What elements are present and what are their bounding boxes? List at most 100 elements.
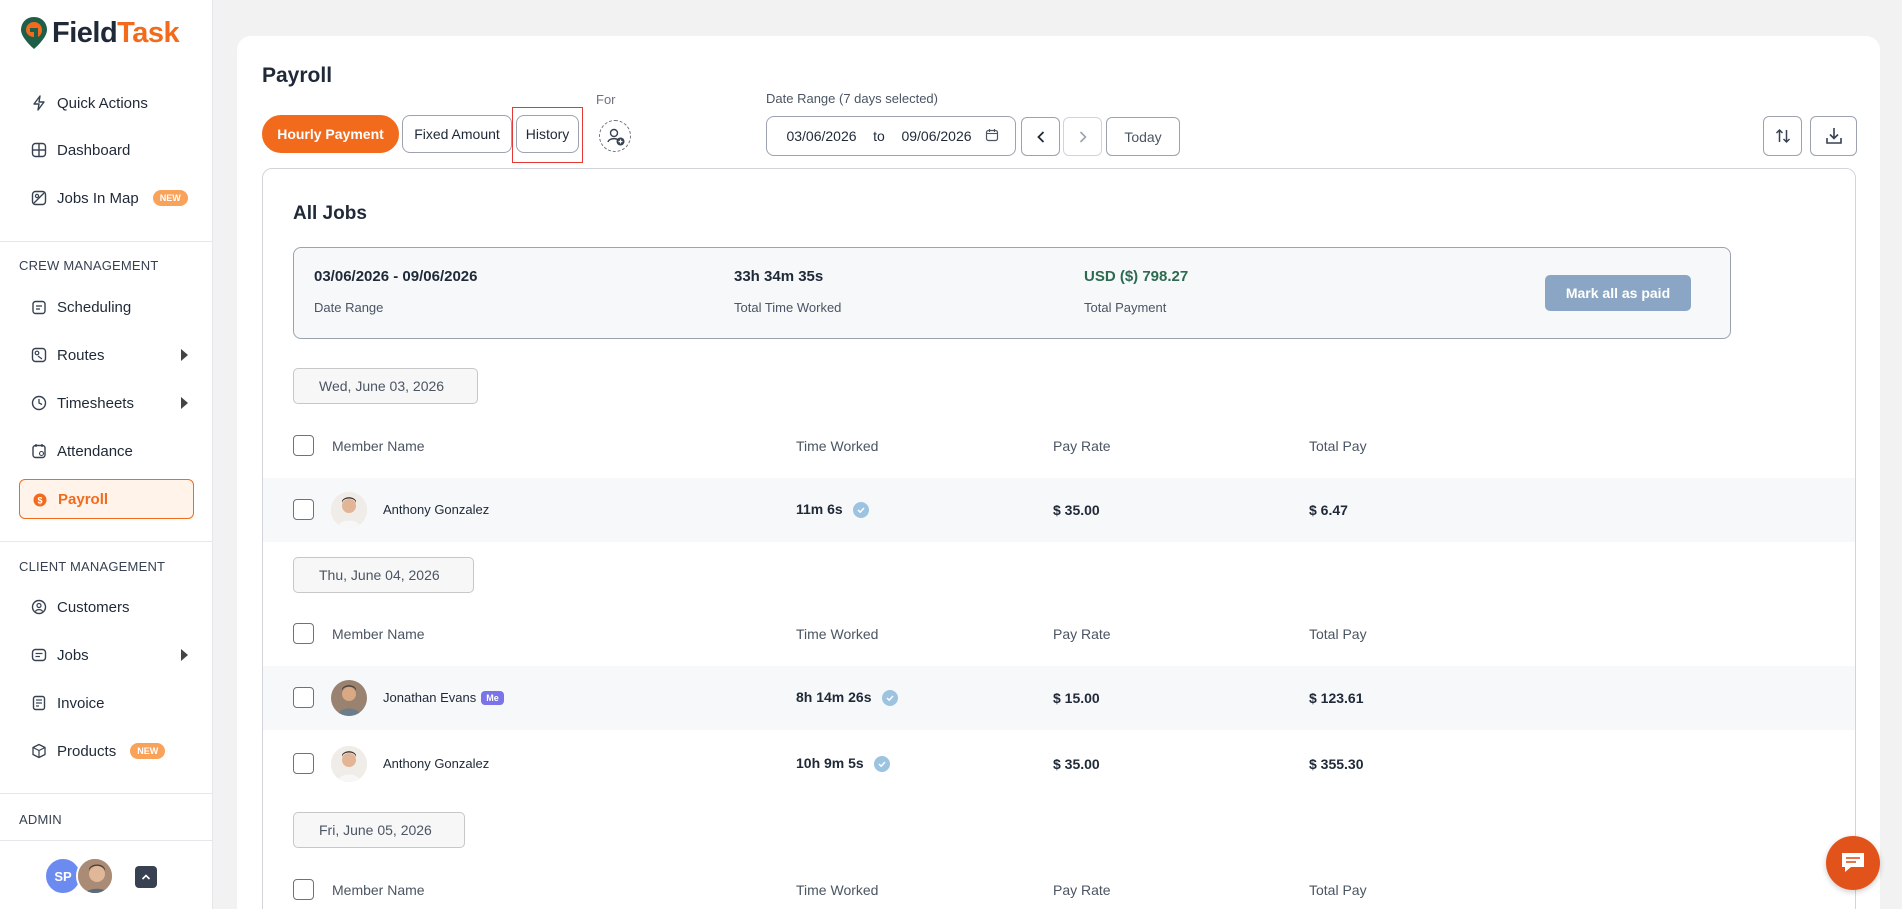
sidebar-divider — [0, 541, 213, 542]
sidebar-item-jobs[interactable]: Jobs — [19, 636, 194, 674]
sidebar-item-timesheets[interactable]: Timesheets — [19, 384, 194, 422]
summary-total-payment: USD ($) 798.27 — [1084, 268, 1189, 285]
verified-check-icon — [852, 502, 869, 519]
date-group-label: Wed, June 03, 2026 — [293, 368, 478, 404]
sidebar-item-jobs-in-map[interactable]: Jobs In Map NEW — [19, 179, 194, 217]
member-name-text: Jonathan Evans — [383, 690, 477, 705]
sidebar-item-label: Products — [57, 742, 117, 760]
row-checkbox[interactable] — [293, 687, 314, 708]
sidebar-item-routes[interactable]: Routes — [19, 336, 194, 374]
expand-arrow-icon[interactable] — [181, 349, 188, 361]
row-checkbox[interactable] — [293, 499, 314, 520]
sidebar-item-invoice[interactable]: Invoice — [19, 684, 194, 722]
add-user-icon — [607, 128, 625, 146]
routes-icon — [31, 347, 47, 363]
calendar-icon[interactable] — [985, 128, 999, 145]
tab-history[interactable]: History — [516, 115, 579, 153]
logo-text: FieldTask — [52, 16, 180, 50]
sidebar-divider — [0, 840, 213, 841]
member-filter-button[interactable] — [599, 120, 631, 152]
summary-total-time: 33h 34m 35s — [734, 268, 824, 285]
time-worked: 10h 9m 5s — [796, 755, 890, 773]
sidebar-item-attendance[interactable]: Attendance — [19, 432, 194, 470]
chat-icon — [1842, 853, 1864, 872]
time-worked-text: 8h 14m 26s — [796, 689, 872, 705]
avatar — [331, 680, 367, 716]
time-worked: 8h 14m 26s — [796, 689, 898, 707]
date-group-label: Thu, June 04, 2026 — [293, 557, 474, 593]
previous-period-button[interactable] — [1021, 117, 1060, 156]
logo-icon — [21, 17, 47, 49]
expand-arrow-icon[interactable] — [181, 397, 188, 409]
sidebar-item-label: Payroll — [58, 490, 109, 508]
date-range-picker[interactable]: 03/06/2026 to 09/06/2026 — [766, 116, 1016, 156]
sidebar-item-products[interactable]: Products NEW — [19, 732, 194, 770]
sidebar-item-customers[interactable]: Customers — [19, 588, 194, 626]
summary-total-payment-label: Total Payment — [1084, 300, 1167, 315]
me-badge: Me — [481, 690, 504, 705]
date-to[interactable]: 09/06/2026 — [894, 128, 979, 144]
app-logo[interactable]: FieldTask — [20, 16, 180, 50]
new-badge: NEW — [152, 190, 188, 206]
column-header-member: Member Name — [332, 438, 425, 454]
sidebar-item-label: Routes — [57, 346, 105, 364]
column-header-rate: Pay Rate — [1053, 438, 1111, 454]
sidebar-item-label: Attendance — [57, 442, 133, 460]
column-header-time: Time Worked — [796, 438, 879, 454]
sort-button[interactable] — [1763, 116, 1802, 156]
column-header-time: Time Worked — [796, 626, 879, 642]
member-name: Anthony Gonzalez — [383, 502, 489, 517]
member-name: Anthony Gonzalez — [383, 756, 489, 771]
sidebar-item-payroll[interactable]: $ Payroll — [19, 479, 194, 519]
pay-rate: $ 35.00 — [1053, 502, 1100, 518]
map-icon — [31, 190, 47, 206]
mark-all-paid-button[interactable]: Mark all as paid — [1545, 275, 1691, 311]
table-row[interactable]: Anthony Gonzalez 10h 9m 5s $ 35.00 $ 355… — [263, 732, 1855, 796]
select-all-checkbox[interactable] — [293, 623, 314, 644]
column-header-total: Total Pay — [1309, 626, 1367, 642]
chevron-left-icon — [1036, 130, 1044, 143]
chat-support-button[interactable] — [1826, 836, 1880, 890]
calendar-icon — [31, 299, 47, 315]
table-row[interactable]: Jonathan Evans Me 8h 14m 26s $ 15.00 $ 12… — [263, 666, 1855, 730]
next-period-button[interactable] — [1063, 117, 1102, 156]
total-pay: $ 6.47 — [1309, 502, 1348, 518]
date-from[interactable]: 03/06/2026 — [779, 128, 864, 144]
sidebar-divider — [0, 793, 213, 794]
logo-text-task: Task — [117, 16, 180, 49]
date-to-word: to — [873, 128, 885, 144]
summary-total-time-label: Total Time Worked — [734, 300, 842, 315]
sidebar: FieldTask Quick Actions Dashboard Jobs I… — [0, 0, 213, 909]
sidebar-item-scheduling[interactable]: Scheduling — [19, 288, 194, 326]
select-all-checkbox[interactable] — [293, 879, 314, 900]
expand-arrow-icon[interactable] — [181, 649, 188, 661]
chevron-right-icon — [1079, 130, 1087, 143]
select-all-checkbox[interactable] — [293, 435, 314, 456]
user-avatar-photo[interactable] — [76, 857, 114, 895]
total-pay: $ 123.61 — [1309, 690, 1364, 706]
column-header-total: Total Pay — [1309, 438, 1367, 454]
download-button[interactable] — [1810, 116, 1857, 156]
sidebar-item-dashboard[interactable]: Dashboard — [19, 131, 194, 169]
verified-check-icon — [873, 756, 890, 773]
section-label-admin: ADMIN — [19, 812, 62, 827]
time-worked: 11m 6s — [796, 501, 869, 519]
today-button[interactable]: Today — [1106, 117, 1180, 156]
sidebar-item-label: Jobs — [57, 646, 89, 664]
verified-check-icon — [881, 690, 898, 707]
column-header-total: Total Pay — [1309, 882, 1367, 898]
sidebar-item-label: Dashboard — [57, 141, 131, 159]
time-worked-text: 11m 6s — [796, 501, 843, 517]
column-header-member: Member Name — [332, 626, 425, 642]
tab-fixed-amount[interactable]: Fixed Amount — [402, 115, 512, 153]
sidebar-item-label: Jobs In Map — [57, 189, 139, 207]
row-checkbox[interactable] — [293, 753, 314, 774]
collapse-toggle-button[interactable] — [135, 866, 157, 888]
clock-icon — [31, 395, 47, 411]
sidebar-item-quick-actions[interactable]: Quick Actions — [19, 84, 194, 122]
time-worked-text: 10h 9m 5s — [796, 755, 864, 771]
column-header-rate: Pay Rate — [1053, 882, 1111, 898]
column-header-time: Time Worked — [796, 882, 879, 898]
table-row[interactable]: Anthony Gonzalez 11m 6s $ 35.00 $ 6.47 — [263, 478, 1855, 542]
tab-hourly-payment[interactable]: Hourly Payment — [262, 115, 399, 153]
